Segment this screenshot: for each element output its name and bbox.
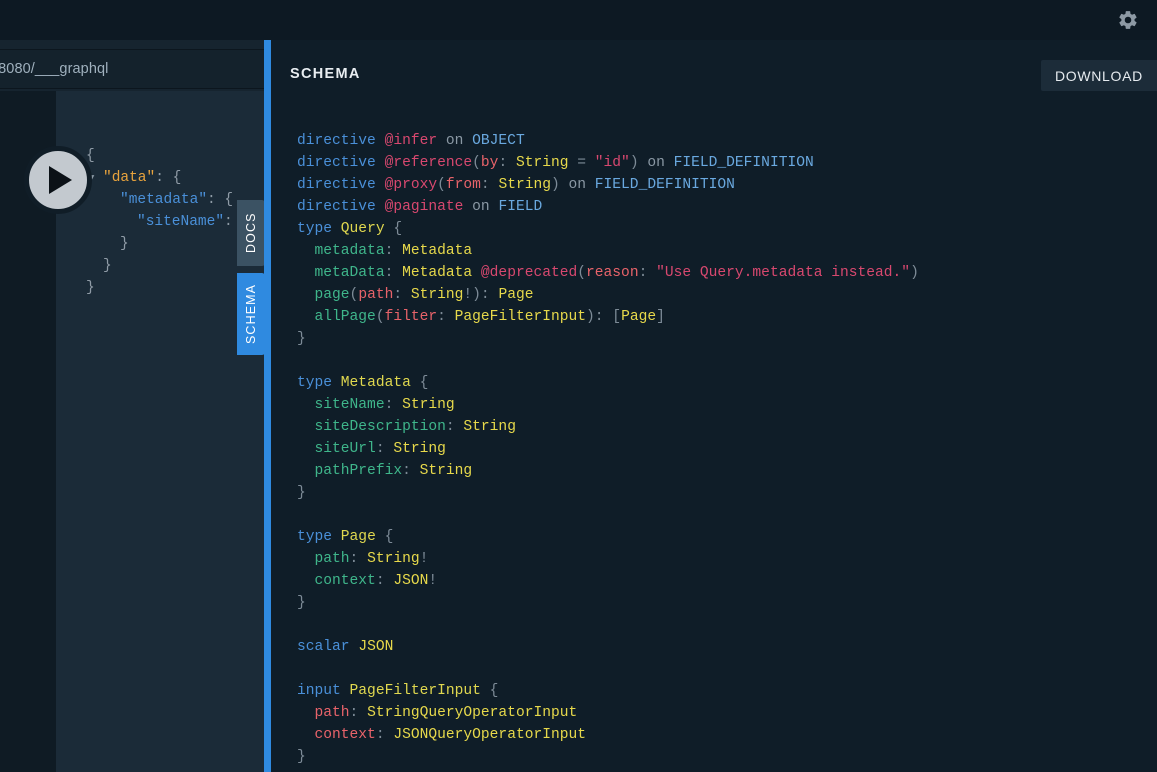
tab-schema-label: SCHEMA bbox=[244, 283, 258, 345]
result-json-line: "siteName": bbox=[137, 214, 233, 230]
sdl-line: metaData: Metadata @deprecated(reason: "… bbox=[314, 265, 919, 281]
sdl-line: type Page { bbox=[297, 529, 394, 545]
result-json-line: } bbox=[86, 280, 95, 296]
download-button[interactable]: DOWNLOAD bbox=[1040, 60, 1157, 91]
top-bar bbox=[0, 0, 1157, 40]
sdl-line: directive @paginate on FIELD bbox=[297, 199, 543, 215]
sdl-line bbox=[297, 350, 1157, 372]
endpoint-url-bar[interactable]: :8080/___graphql bbox=[0, 49, 264, 89]
sdl-line: page(path: String!): Page bbox=[314, 287, 534, 303]
result-json: ▼{▼"data": { "metadata": { "siteName":}}} bbox=[72, 145, 234, 299]
sdl-line: scalar JSON bbox=[297, 639, 394, 655]
sdl-line: directive @proxy(from: String) on FIELD_… bbox=[297, 177, 735, 193]
result-json-line: "metadata": { bbox=[120, 192, 234, 208]
sdl-line: context: JSONQueryOperatorInput bbox=[314, 727, 587, 743]
sdl-line: path: String! bbox=[314, 551, 429, 567]
sdl-line: directive @reference(by: String = "id") … bbox=[297, 155, 814, 171]
sdl-line bbox=[297, 614, 1157, 636]
execute-query-button[interactable] bbox=[24, 146, 92, 214]
play-icon bbox=[49, 166, 72, 194]
sdl-line: type Metadata { bbox=[297, 375, 429, 391]
result-json-line: } bbox=[120, 236, 129, 252]
schema-body[interactable]: directive @infer on OBJECT directive @ref… bbox=[271, 98, 1157, 772]
pane-resize-handle[interactable] bbox=[264, 40, 271, 772]
tab-docs-label: DOCS bbox=[244, 212, 258, 254]
result-json-line: ▼"data": { bbox=[86, 167, 233, 189]
schema-title: SCHEMA bbox=[290, 66, 361, 82]
graphiql-window: :8080/___graphql ▼{▼"data": { "metadata":… bbox=[0, 0, 1157, 772]
endpoint-url-text: :8080/___graphql bbox=[0, 61, 109, 77]
schema-header: SCHEMA DOWNLOAD bbox=[271, 40, 1157, 98]
result-json-line: ▼{ bbox=[72, 145, 233, 167]
sdl-line: siteName: String bbox=[314, 397, 455, 413]
sdl-line: } bbox=[297, 749, 306, 765]
sdl-line: directive @infer on OBJECT bbox=[297, 133, 525, 149]
sdl-line: } bbox=[297, 485, 306, 501]
sdl-line: allPage(filter: PageFilterInput): [Page] bbox=[314, 309, 665, 325]
result-json-line: } bbox=[103, 258, 112, 274]
schema-panel: SCHEMA DOWNLOAD directive @infer on OBJE… bbox=[271, 40, 1157, 772]
sdl-line: path: StringQueryOperatorInput bbox=[314, 705, 578, 721]
sdl-line: pathPrefix: String bbox=[314, 463, 473, 479]
tab-docs[interactable]: DOCS bbox=[237, 200, 265, 266]
sdl-line: metadata: Metadata bbox=[314, 243, 473, 259]
gear-icon bbox=[1117, 9, 1139, 31]
sdl-line: input PageFilterInput { bbox=[297, 683, 499, 699]
sdl-line: type Query { bbox=[297, 221, 403, 237]
sdl-line bbox=[297, 658, 1157, 680]
sdl-line: } bbox=[297, 595, 306, 611]
sdl-line: siteDescription: String bbox=[314, 419, 516, 435]
sdl-line: siteUrl: String bbox=[314, 441, 446, 457]
graphiql-left-pane: :8080/___graphql ▼{▼"data": { "metadata":… bbox=[0, 40, 264, 772]
tab-schema[interactable]: SCHEMA bbox=[237, 273, 265, 355]
sdl-line: context: JSON! bbox=[314, 573, 438, 589]
sdl-line bbox=[297, 504, 1157, 526]
sdl-line: } bbox=[297, 331, 306, 347]
settings-button[interactable] bbox=[1111, 3, 1145, 37]
side-tab-group: DOCS SCHEMA bbox=[237, 200, 265, 355]
schema-sdl: directive @infer on OBJECT directive @ref… bbox=[297, 130, 1157, 768]
